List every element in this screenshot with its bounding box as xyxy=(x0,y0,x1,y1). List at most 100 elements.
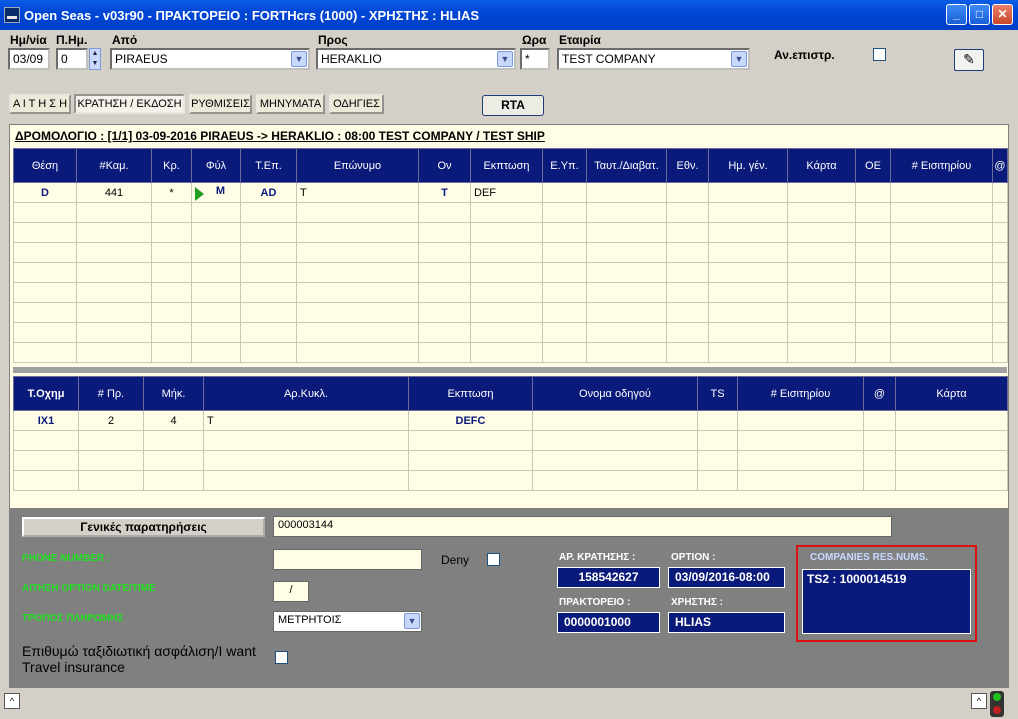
col-vehicle-at[interactable]: @ xyxy=(863,376,896,411)
col-passengers[interactable]: # Πρ. xyxy=(78,376,144,411)
empty-cell[interactable] xyxy=(708,242,788,263)
empty-cell[interactable] xyxy=(737,450,864,471)
empty-cell[interactable] xyxy=(78,430,144,451)
empty-cell[interactable] xyxy=(895,430,1008,451)
col-id-passport[interactable]: Ταυτ./Διαβατ. xyxy=(586,148,667,183)
empty-cell[interactable] xyxy=(13,262,77,283)
empty-cell[interactable] xyxy=(992,262,1008,283)
empty-cell[interactable] xyxy=(191,222,241,243)
empty-cell[interactable] xyxy=(240,302,297,323)
name-cell[interactable]: T xyxy=(418,182,471,203)
empty-cell[interactable] xyxy=(586,282,667,303)
col-reserved[interactable]: Κρ. xyxy=(151,148,192,183)
surname-cell[interactable]: T xyxy=(296,182,419,203)
chevron-down-icon[interactable]: ▼ xyxy=(404,613,420,629)
tab-instructions[interactable]: ΟΔΗΓΙΕΣ xyxy=(329,94,384,114)
empty-cell[interactable] xyxy=(13,430,79,451)
empty-cell[interactable] xyxy=(532,450,698,471)
empty-cell[interactable] xyxy=(737,430,864,451)
empty-cell[interactable] xyxy=(470,202,543,223)
empty-cell[interactable] xyxy=(76,282,152,303)
minimize-button[interactable]: _ xyxy=(946,4,967,25)
empty-cell[interactable] xyxy=(240,262,297,283)
empty-cell[interactable] xyxy=(708,222,788,243)
empty-cell[interactable] xyxy=(240,342,297,363)
empty-cell[interactable] xyxy=(855,262,891,283)
empty-cell[interactable] xyxy=(408,450,533,471)
insurance-checkbox[interactable] xyxy=(275,651,288,664)
col-driver-name[interactable]: Ονομα οδηγού xyxy=(532,376,698,411)
empty-cell[interactable] xyxy=(586,342,667,363)
empty-cell[interactable] xyxy=(240,322,297,343)
tab-booking-issue[interactable]: ΚΡΑΤΗΣΗ / ΕΚΔΟΣΗ xyxy=(74,94,185,114)
empty-cell[interactable] xyxy=(76,322,152,343)
col-vehicle-type[interactable]: Τ.Οχημ xyxy=(13,376,79,411)
empty-cell[interactable] xyxy=(470,302,543,323)
rta-button[interactable]: RTA xyxy=(482,95,544,116)
empty-cell[interactable] xyxy=(13,450,79,471)
empty-cell[interactable] xyxy=(708,262,788,283)
days-spinner[interactable]: ▲ ▼ xyxy=(89,48,101,70)
col-gender[interactable]: Φύλ xyxy=(191,148,241,183)
deny-checkbox[interactable] xyxy=(487,553,500,566)
empty-cell[interactable] xyxy=(296,282,419,303)
empty-cell[interactable] xyxy=(76,302,152,323)
edit-button[interactable]: ✎ xyxy=(954,49,984,71)
empty-cell[interactable] xyxy=(143,430,204,451)
empty-cell[interactable] xyxy=(787,322,856,343)
type-cell[interactable]: AD xyxy=(240,182,297,203)
empty-cell[interactable] xyxy=(992,202,1008,223)
table-row[interactable] xyxy=(13,242,1008,263)
empty-cell[interactable] xyxy=(992,222,1008,243)
id-cell[interactable] xyxy=(586,182,667,203)
col-name[interactable]: Ον xyxy=(418,148,471,183)
empty-cell[interactable] xyxy=(890,302,993,323)
empty-cell[interactable] xyxy=(151,282,192,303)
empty-cell[interactable] xyxy=(13,302,77,323)
empty-cell[interactable] xyxy=(992,342,1008,363)
general-notes-button[interactable]: Γενικές παρατηρήσεις xyxy=(22,517,265,537)
empty-cell[interactable] xyxy=(890,262,993,283)
empty-cell[interactable] xyxy=(151,222,192,243)
empty-cell[interactable] xyxy=(470,342,543,363)
empty-cell[interactable] xyxy=(855,302,891,323)
empty-cell[interactable] xyxy=(191,242,241,263)
empty-cell[interactable] xyxy=(708,302,788,323)
empty-cell[interactable] xyxy=(787,242,856,263)
table-row[interactable] xyxy=(13,202,1008,223)
vehicle-at-cell[interactable] xyxy=(863,410,896,431)
empty-cell[interactable] xyxy=(240,222,297,243)
table-row[interactable] xyxy=(13,282,1008,303)
col-nationality[interactable]: Εθν. xyxy=(666,148,709,183)
empty-cell[interactable] xyxy=(737,470,864,491)
chevron-down-icon[interactable]: ▼ xyxy=(497,51,513,67)
empty-cell[interactable] xyxy=(542,342,587,363)
empty-cell[interactable] xyxy=(890,342,993,363)
empty-cell[interactable] xyxy=(296,342,419,363)
empty-cell[interactable] xyxy=(13,342,77,363)
empty-cell[interactable] xyxy=(992,242,1008,263)
days-field[interactable]: 0 xyxy=(56,48,88,70)
date-field[interactable]: 03/09 xyxy=(8,48,50,70)
col-passenger-type[interactable]: Τ.Επ. xyxy=(240,148,297,183)
empty-cell[interactable] xyxy=(890,222,993,243)
option-date-field[interactable]: / xyxy=(273,581,309,602)
vehicle-discount-cell[interactable]: DEFC xyxy=(408,410,533,431)
col-length[interactable]: Μήκ. xyxy=(143,376,204,411)
empty-cell[interactable] xyxy=(191,282,241,303)
empty-cell[interactable] xyxy=(13,470,79,491)
empty-cell[interactable] xyxy=(787,342,856,363)
empty-cell[interactable] xyxy=(542,262,587,283)
tab-settings[interactable]: ΡΥΘΜΙΣΕΙΣ xyxy=(189,94,252,114)
empty-cell[interactable] xyxy=(855,282,891,303)
empty-cell[interactable] xyxy=(787,202,856,223)
col-service[interactable]: Ε.Υπ. xyxy=(542,148,587,183)
empty-cell[interactable] xyxy=(418,342,471,363)
table-row[interactable] xyxy=(13,302,1008,323)
time-field[interactable]: * xyxy=(520,48,550,70)
empty-cell[interactable] xyxy=(787,302,856,323)
empty-cell[interactable] xyxy=(666,262,709,283)
empty-cell[interactable] xyxy=(296,222,419,243)
empty-cell[interactable] xyxy=(542,222,587,243)
grid-splitter[interactable] xyxy=(13,367,1007,373)
